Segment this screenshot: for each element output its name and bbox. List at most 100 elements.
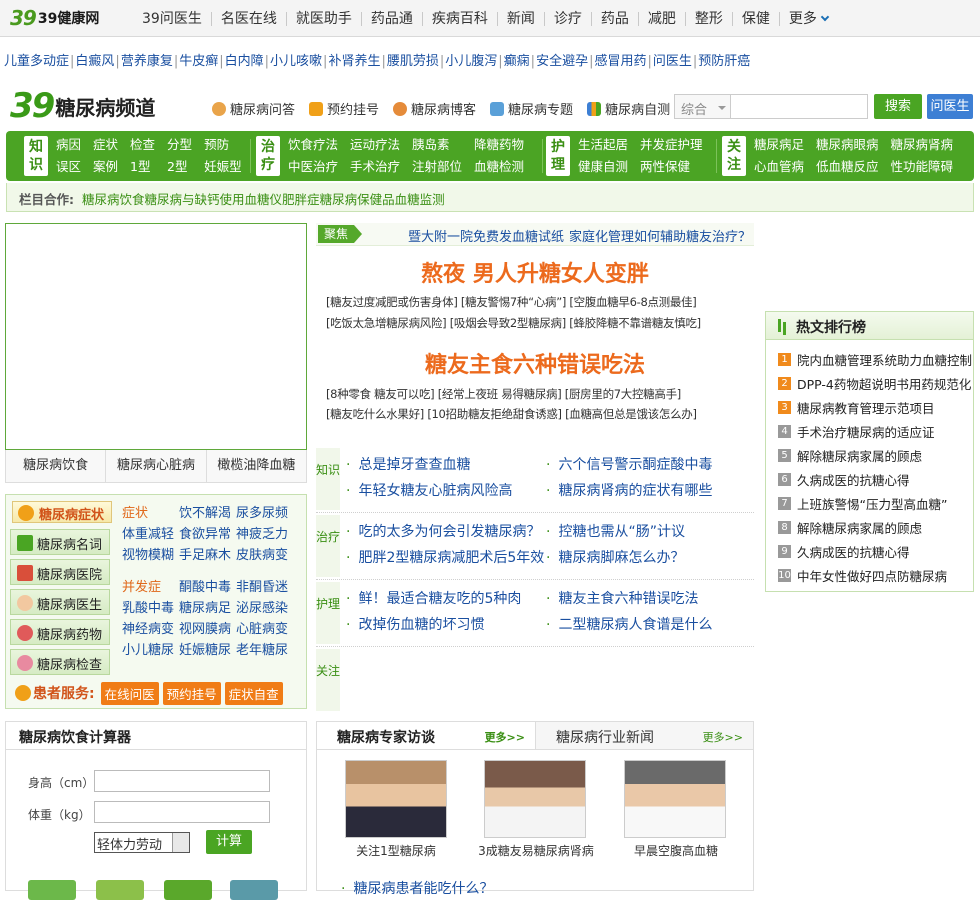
tool-icon[interactable] bbox=[164, 880, 212, 900]
symptom-link[interactable]: 食欲异常 bbox=[179, 526, 236, 544]
quick-link[interactable]: 小儿咳嗽 bbox=[270, 54, 322, 69]
symptom-link[interactable]: 泌尿感染 bbox=[236, 600, 293, 618]
nav-link[interactable]: 误区 bbox=[56, 158, 81, 176]
quick-link[interactable]: 补肾养生 bbox=[328, 54, 380, 69]
calculate-button[interactable]: 计算 bbox=[206, 830, 252, 854]
nav-link[interactable]: 低血糖反应 bbox=[816, 158, 879, 176]
symptom-link[interactable]: 饮不解渴 bbox=[179, 505, 236, 523]
knowledge-link[interactable]: 鲜！最适合糖友吃的5种肉 bbox=[346, 588, 521, 608]
search-scope-select[interactable]: 综合 bbox=[674, 94, 730, 119]
nav-link[interactable]: 注射部位 bbox=[412, 158, 462, 176]
top-nav-item[interactable]: 新闻 bbox=[496, 11, 544, 26]
nav-link[interactable]: 糖尿病眼病 bbox=[816, 136, 879, 154]
symptom-link[interactable]: 神经病变 bbox=[122, 621, 179, 639]
symptom-link[interactable]: 非酮昏迷 bbox=[236, 579, 293, 597]
labor-select[interactable]: 轻体力劳动 bbox=[94, 832, 190, 853]
cooperation-link[interactable]: 糖尿病保健品 bbox=[320, 192, 395, 207]
photo-caption[interactable]: 3成糖友易糖尿病肾病 bbox=[471, 842, 601, 859]
quick-link[interactable]: 白内障 bbox=[225, 54, 264, 69]
symptom-link[interactable]: 尿多尿频 bbox=[236, 505, 293, 523]
channel-logo[interactable]: 39 糖尿病频道 bbox=[10, 86, 155, 126]
headline-2-links[interactable]: [糖友吃什么水果好] [10招助糖友拒绝甜食诱惑] [血糖高但总是饿该怎么办] bbox=[326, 406, 697, 422]
height-input[interactable] bbox=[94, 770, 270, 792]
knowledge-link[interactable]: 糖尿病脚麻怎么办？ bbox=[546, 547, 684, 567]
nav-link[interactable]: 检查 bbox=[130, 136, 155, 154]
nav-link[interactable]: 并发症护理 bbox=[640, 136, 703, 154]
nav-link[interactable]: 1型 bbox=[130, 158, 155, 176]
nav-link[interactable]: 手术治疗 bbox=[350, 158, 400, 176]
top-nav-item[interactable]: 39问医生 bbox=[133, 12, 211, 26]
channel-link-appointment[interactable]: 预约挂号 bbox=[309, 99, 379, 118]
quick-link[interactable]: 癫痫 bbox=[504, 54, 530, 69]
knowledge-link[interactable]: 糖尿病肾病的症状有哪些 bbox=[546, 480, 712, 500]
photo-caption[interactable]: 早晨空腹高血糖 bbox=[611, 842, 741, 859]
nav-link[interactable]: 预防 bbox=[204, 136, 242, 154]
top-nav-item[interactable]: 疾病百科 bbox=[421, 11, 497, 26]
tool-icon[interactable] bbox=[96, 880, 144, 900]
nav-link[interactable]: 胰岛素 bbox=[412, 136, 462, 154]
knowledge-link[interactable]: 控糖也需从“肠”计议 bbox=[546, 521, 685, 541]
symptom-group-label[interactable]: 并发症 bbox=[122, 579, 179, 597]
top-nav-item[interactable]: 就医助手 bbox=[285, 11, 361, 26]
tab-expert-interview[interactable]: 糖尿病专家访谈 更多>> bbox=[317, 722, 535, 749]
expert-photo[interactable] bbox=[624, 760, 726, 838]
ask-doctor-button[interactable]: 问医生 bbox=[927, 94, 973, 119]
symptom-link[interactable]: 视网膜病 bbox=[179, 621, 236, 639]
slideshow-tab[interactable]: 糖尿病饮食 bbox=[6, 450, 106, 482]
quick-link[interactable]: 感冒用药 bbox=[594, 54, 646, 69]
symptom-link[interactable]: 老年糖尿 bbox=[236, 642, 293, 660]
photo-caption[interactable]: 关注1型糖尿病 bbox=[331, 842, 461, 859]
channel-link-selftest[interactable]: 糖尿病自测 bbox=[587, 99, 670, 118]
nav-link[interactable]: 2型 bbox=[167, 158, 192, 176]
more-link[interactable]: 更多>> bbox=[703, 729, 743, 745]
symptom-link[interactable]: 神疲乏力 bbox=[236, 526, 293, 544]
nav-link[interactable]: 糖尿病肾病 bbox=[891, 136, 954, 154]
more-link[interactable]: 更多>> bbox=[485, 729, 525, 745]
hot-article[interactable]: 3 糖尿病教育管理示范项目 bbox=[778, 398, 935, 417]
headline-1[interactable]: 熬夜 男人升糖女人变胖 bbox=[316, 256, 754, 288]
symptom-link[interactable]: 心脏病变 bbox=[236, 621, 293, 639]
symptom-link[interactable]: 小儿糖尿 bbox=[122, 642, 179, 660]
top-nav-item[interactable]: 药品通 bbox=[360, 11, 422, 26]
hot-article[interactable]: 7 上班族警惕“压力型高血糖” bbox=[778, 494, 947, 513]
cooperation-link[interactable]: 糖尿病饮食 bbox=[82, 192, 145, 207]
symptom-check-button[interactable]: 症状自查 bbox=[224, 681, 283, 705]
symptom-group-label[interactable]: 症状 bbox=[122, 505, 179, 523]
symptom-link[interactable]: 体重减轻 bbox=[122, 526, 179, 544]
top-nav-item[interactable]: 药品 bbox=[590, 11, 638, 26]
interview-list-item[interactable]: 糖尿病患者能吃什么？ bbox=[341, 878, 493, 898]
cooperation-link[interactable]: 肥胖症 bbox=[282, 192, 320, 207]
hot-article[interactable]: 8 解除糖尿病家属的顾虑 bbox=[778, 518, 922, 537]
top-nav-item[interactable]: 保健 bbox=[731, 11, 779, 26]
channel-link-topic[interactable]: 糖尿病专题 bbox=[490, 99, 573, 118]
tab-industry-news[interactable]: 糖尿病行业新闻 更多>> bbox=[535, 722, 753, 749]
expert-photo[interactable] bbox=[484, 760, 586, 838]
nav-link[interactable]: 饮食疗法 bbox=[288, 136, 338, 154]
quick-link[interactable]: 问医生 bbox=[653, 54, 692, 69]
quick-link[interactable]: 儿童多动症 bbox=[4, 54, 69, 69]
hot-article[interactable]: 5 解除糖尿病家属的顾虑 bbox=[778, 446, 922, 465]
top-nav-item[interactable]: 诊疗 bbox=[543, 11, 591, 26]
knowledge-link[interactable]: 吃的太多为何会引发糖尿病？ bbox=[346, 521, 540, 541]
nav-link[interactable]: 性功能障碍 bbox=[891, 158, 954, 176]
nav-link[interactable]: 病因 bbox=[56, 136, 81, 154]
nav-link[interactable]: 心血管病 bbox=[754, 158, 804, 176]
nav-link[interactable]: 案例 bbox=[93, 158, 118, 176]
nav-link[interactable]: 中医治疗 bbox=[288, 158, 338, 176]
knowledge-link[interactable]: 总是掉牙查查血糖 bbox=[346, 454, 470, 474]
hot-article[interactable]: 6 久病成医的抗糖心得 bbox=[778, 470, 910, 489]
focus-link[interactable]: 家庭化管理如何辅助糖友治疗？ bbox=[569, 226, 751, 245]
symptom-link[interactable]: 手足麻木 bbox=[179, 547, 236, 565]
weight-input[interactable] bbox=[94, 801, 270, 823]
nav-link[interactable]: 血糖检测 bbox=[474, 158, 524, 176]
knowledge-link[interactable]: 糖友主食六种错误吃法 bbox=[546, 588, 698, 608]
channel-link-qa[interactable]: 糖尿病问答 bbox=[212, 99, 295, 118]
knowledge-link[interactable]: 肥胖2型糖尿病减肥术后5年效 bbox=[346, 547, 544, 567]
search-button[interactable]: 搜索 bbox=[874, 94, 922, 119]
nav-link[interactable]: 降糖药物 bbox=[474, 136, 524, 154]
quick-link[interactable]: 安全避孕 bbox=[536, 54, 588, 69]
quick-link[interactable]: 小儿腹泻 bbox=[445, 54, 497, 69]
top-nav-item[interactable]: 减肥 bbox=[637, 11, 685, 26]
nav-link[interactable]: 生活起居 bbox=[578, 136, 628, 154]
cooperation-link[interactable]: 糖尿病与缺钙 bbox=[145, 192, 220, 207]
